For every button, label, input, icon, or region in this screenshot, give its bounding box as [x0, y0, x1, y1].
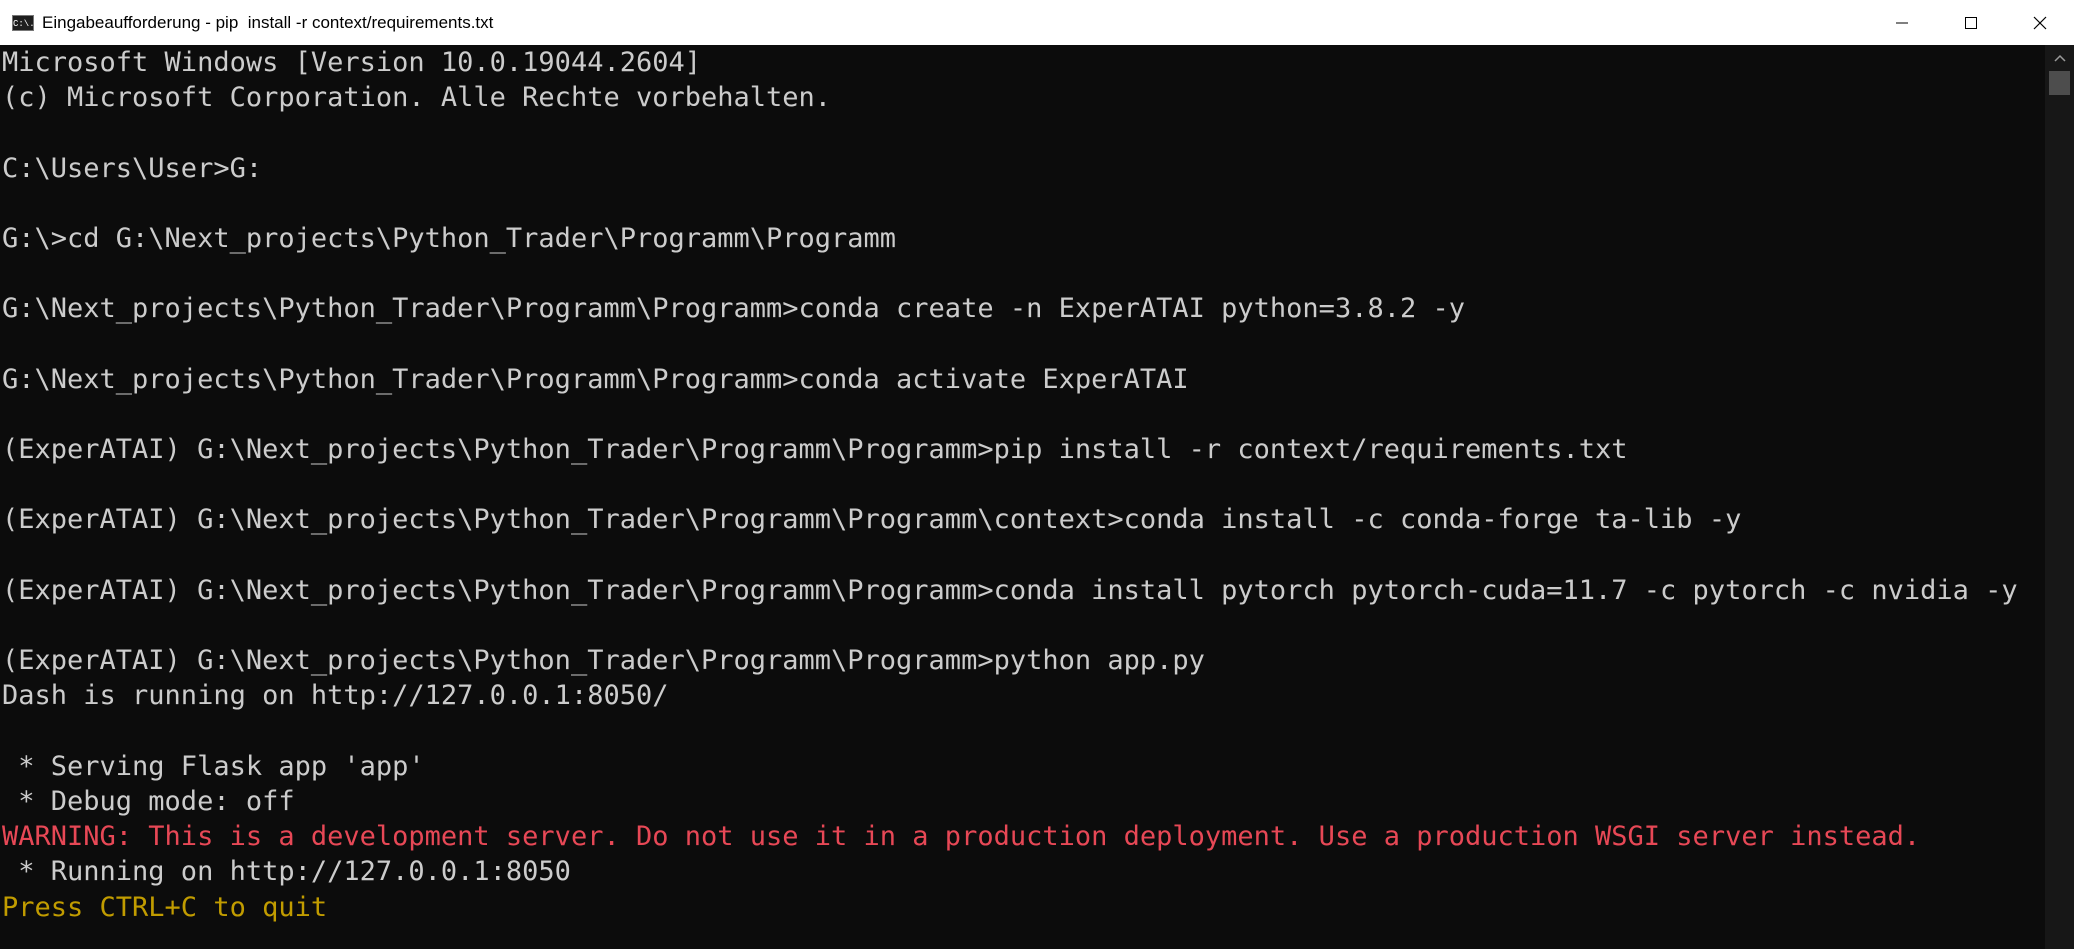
console-line: * Running on http://127.0.0.1:8050	[2, 856, 571, 888]
title-bar[interactable]: C:\. Eingabeaufforderung - pip install -…	[0, 0, 2074, 45]
console-line: Dash is running on http://127.0.0.1:8050…	[2, 680, 669, 712]
vertical-scrollbar[interactable]	[2045, 45, 2074, 949]
minimize-button[interactable]	[1867, 0, 1936, 45]
quit-hint-line: Press CTRL+C to quit	[2, 891, 328, 923]
close-button[interactable]	[2005, 0, 2074, 45]
warning-line: WARNING: This is a development server. D…	[2, 821, 1921, 853]
console-line: (c) Microsoft Corporation. Alle Rechte v…	[2, 82, 832, 114]
console-line: (ExperATAI) G:\Next_projects\Python_Trad…	[2, 434, 1628, 466]
console-line: G:\>cd G:\Next_projects\Python_Trader\Pr…	[2, 222, 897, 254]
scroll-up-button[interactable]	[2045, 47, 2074, 69]
console-output[interactable]: Microsoft Windows [Version 10.0.19044.26…	[0, 45, 2045, 949]
minimize-icon	[1895, 22, 1908, 23]
console-line: C:\Users\User>G:	[2, 152, 263, 184]
window-title: Eingabeaufforderung - pip install -r con…	[42, 12, 494, 32]
scroll-thumb[interactable]	[2049, 71, 2070, 95]
window-controls	[1867, 0, 2074, 45]
console-line: G:\Next_projects\Python_Trader\Programm\…	[2, 293, 1465, 325]
console-line: (ExperATAI) G:\Next_projects\Python_Trad…	[2, 574, 2018, 606]
console-line: G:\Next_projects\Python_Trader\Programm\…	[2, 363, 1189, 395]
chevron-up-icon	[2053, 54, 2066, 62]
cmd-icon[interactable]: C:\.	[12, 14, 35, 31]
console-line: * Serving Flask app 'app'	[2, 750, 425, 782]
command-prompt-window: C:\. Eingabeaufforderung - pip install -…	[0, 0, 2074, 949]
console-line: * Debug mode: off	[2, 785, 295, 817]
console-line: (ExperATAI) G:\Next_projects\Python_Trad…	[2, 645, 1205, 677]
maximize-button[interactable]	[1936, 0, 2005, 45]
console-line: (ExperATAI) G:\Next_projects\Python_Trad…	[2, 504, 1742, 536]
console-line: Microsoft Windows [Version 10.0.19044.26…	[2, 47, 701, 78]
maximize-icon	[1964, 16, 1977, 29]
close-icon	[2033, 16, 2046, 29]
